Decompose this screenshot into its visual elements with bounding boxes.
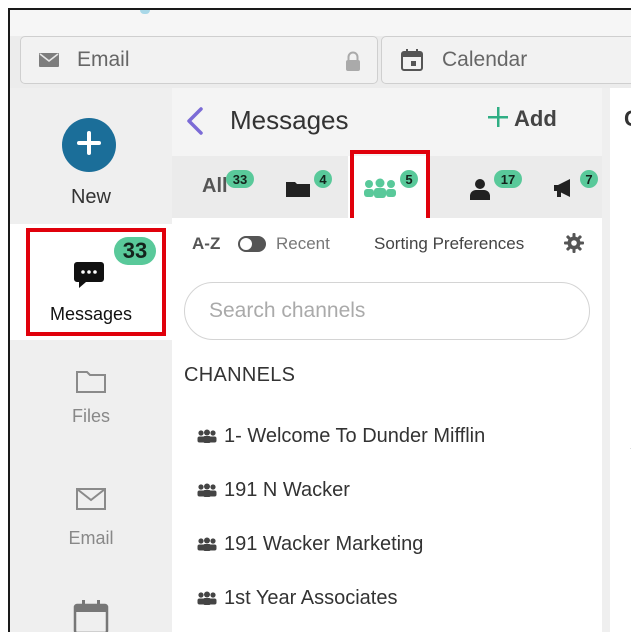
megaphone-icon — [552, 178, 578, 203]
chevron-left-icon[interactable] — [184, 106, 206, 141]
tab-email-label: Email — [77, 48, 130, 71]
nav-email-label: Email — [68, 528, 114, 548]
plus-icon — [488, 106, 508, 132]
filter-people-badge: 17 — [494, 170, 522, 188]
add-label: Add — [514, 106, 557, 131]
app-window: Email Calendar New 33 Messages Files Ema… — [8, 8, 631, 632]
calendar-icon — [400, 48, 424, 72]
sort-recent-label: Recent — [276, 234, 330, 253]
channel-item[interactable]: 1st Year Associates — [196, 580, 397, 616]
left-nav: New 33 Messages Files Email — [10, 88, 172, 632]
channel-name: 191 Wacker Marketing — [224, 532, 424, 555]
group-icon — [196, 537, 218, 551]
tab-email[interactable]: Email — [20, 36, 378, 84]
channels-highlight-box — [350, 150, 430, 222]
gear-icon[interactable] — [564, 233, 584, 258]
envelope-icon — [39, 53, 59, 67]
channel-name: 1- Welcome To Dunder Mifflin — [224, 424, 486, 447]
channel-item[interactable]: 191 N Wacker — [196, 472, 350, 508]
channel-name: 1st Year Associates — [224, 586, 398, 609]
sort-az-label: A-Z — [192, 234, 221, 253]
top-accent — [140, 10, 150, 14]
nav-files-label: Files — [71, 406, 110, 426]
folder-icon — [286, 180, 310, 202]
filter-folders-badge: 4 — [314, 170, 332, 188]
sorting-preferences-link[interactable]: Sorting Preferences — [374, 234, 524, 254]
search-channels-input[interactable] — [184, 282, 590, 340]
group-icon — [196, 483, 218, 497]
channel-item[interactable]: 191 Wacker Marketing — [196, 526, 423, 562]
tab-bar: Email Calendar — [10, 36, 631, 88]
tab-calendar[interactable]: Calendar — [381, 36, 631, 84]
channel-item[interactable]: 1- Welcome To Dunder Mifflin — [196, 418, 485, 454]
panel-header: Messages Add — [172, 88, 602, 156]
right-pane: C — [602, 88, 631, 632]
calendar-icon — [10, 600, 172, 632]
person-icon — [470, 178, 490, 205]
toggle-knob — [240, 238, 252, 250]
filter-announcements-badge: 7 — [580, 170, 598, 188]
envelope-icon — [10, 488, 172, 528]
sort-toggle[interactable] — [238, 236, 266, 252]
channels-section-title: CHANNELS — [184, 364, 296, 386]
messages-panel: Messages Add All 33 4 5 17 7 A-Z Recent … — [172, 88, 602, 632]
new-label: New — [70, 186, 111, 208]
add-button[interactable]: Add — [488, 106, 557, 132]
sort-row: A-Z Recent Sorting Preferences — [172, 218, 602, 266]
nav-calendar[interactable] — [10, 600, 172, 632]
group-icon — [196, 591, 218, 605]
right-pane-letter: C — [624, 106, 631, 132]
channel-name: 191 N Wacker — [224, 478, 350, 501]
lock-icon — [345, 51, 361, 76]
tab-calendar-label: Calendar — [442, 48, 528, 71]
new-button[interactable] — [62, 118, 116, 172]
nav-email[interactable]: Email — [10, 488, 172, 549]
group-icon — [196, 429, 218, 443]
folder-icon — [10, 368, 172, 406]
nav-messages[interactable]: 33 Messages — [10, 224, 172, 340]
messages-highlight-box — [26, 228, 166, 336]
filter-all-badge: 33 — [226, 170, 254, 188]
nav-files[interactable]: Files — [10, 368, 172, 427]
plus-icon — [75, 129, 103, 162]
panel-title: Messages — [230, 105, 349, 135]
filter-all-label: All — [202, 175, 228, 197]
right-card: C — [610, 88, 631, 632]
top-strip — [10, 10, 631, 36]
